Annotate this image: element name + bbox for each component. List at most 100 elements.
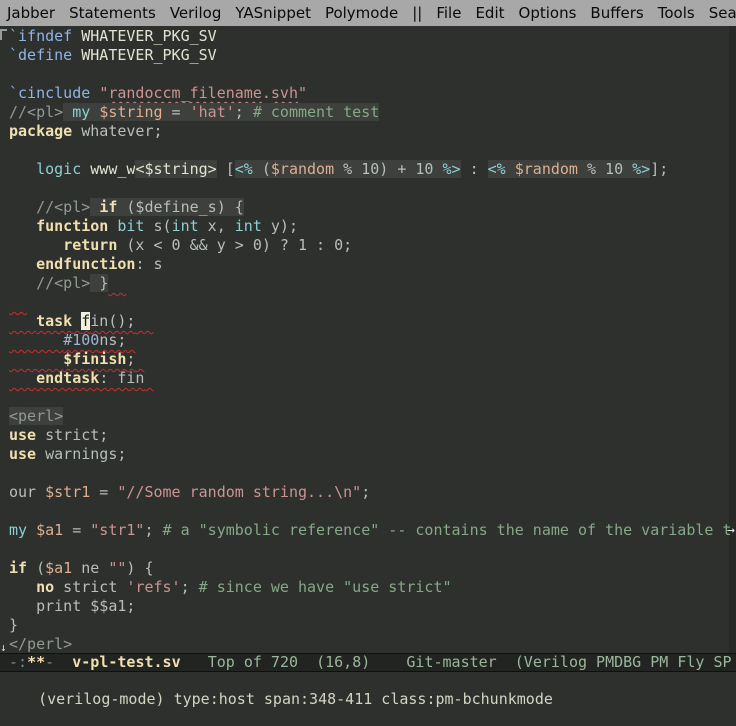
code-token: if [99,198,117,216]
menu-item-jabber[interactable]: Jabber [0,0,62,26]
code-token: our [9,483,45,501]
code-token: # since we have "use strict" [199,578,452,596]
code-token: %> [443,160,461,178]
code-token: "" [108,559,126,577]
code-token: } [9,616,18,634]
code-line: } [0,616,736,635]
code-token: 'hat' [190,103,235,121]
continuation-down-arrow-icon: ↓ [0,638,9,653]
code-line: my $a1 = "str1"; # a "symbolic reference… [0,521,736,540]
menu-item-polymode[interactable]: Polymode [318,0,405,26]
code-token: svh [271,84,298,102]
code-token: : [461,160,488,178]
code-token [90,198,99,216]
code-token: <% [235,160,253,178]
code-token: = [63,521,90,539]
code-line [0,464,736,483]
code-token: ]; [650,160,668,178]
code-token [135,312,153,330]
code-token: return [63,236,117,254]
code-token: endfunction [36,255,135,273]
mode-line[interactable]: -:**- v-pl-test.sv Top of 720 (16,8) Git… [0,653,736,672]
truncation-arrow-icon: → [727,521,736,540]
modeline-segment: Git-master [406,653,496,671]
modeline-segment: (Verilog PMDBG PM Fly SP [497,653,732,671]
code-token: int [172,217,199,235]
code-token: `define [9,46,72,64]
code-line [0,65,736,84]
menu-item-edit[interactable]: Edit [468,0,511,26]
code-token: (x < 0 && y > 0) ? 1 : 0; [117,236,352,254]
code-token [506,160,515,178]
code-token: ; [144,521,162,539]
code-token: %> [632,160,650,178]
code-token: $string [99,103,162,121]
menu-item-statements[interactable]: Statements [62,0,163,26]
code-line: no strict 'refs'; # since we have "use s… [0,578,736,597]
menu-item-tools[interactable]: Tools [651,0,702,26]
code-token: s( [144,217,171,235]
menu-item-verilog[interactable]: Verilog [163,0,229,26]
menu-item-options[interactable]: Options [512,0,584,26]
menu-item-search[interactable]: Search [702,0,736,26]
code-token: whatever; [72,122,162,140]
menu-item-yasnippet[interactable]: YASnippet [228,0,318,26]
code-line: print $$a1; [0,597,736,616]
code-token [9,578,36,596]
code-token: # a "symbolic reference" -- contains the… [163,521,732,539]
editor-buffer[interactable]: `ifndef WHATEVER_PKG_SV`define WHATEVER_… [0,26,736,653]
code-token: "str1" [90,521,144,539]
code-token: ; [235,103,253,121]
code-token: = [90,483,117,501]
code-token: [ [217,160,235,178]
code-token [9,369,36,387]
code-token [9,236,63,254]
code-token: use [9,445,36,463]
code-token: if [9,559,27,577]
code-token: "//Some random string...\n" [117,483,361,501]
code-token: </perl> [9,635,72,653]
code-token: strict [54,578,126,596]
code-token [9,312,36,330]
code-token: % 10) + 10 [334,160,442,178]
code-line: //<pl> my $string = 'hat'; # comment tes… [0,103,736,122]
code-token: : s [135,255,162,273]
code-line [0,540,736,559]
menu-item-file[interactable]: File [429,0,468,26]
modeline-segment: ** [27,653,45,671]
code-line: logic www_w<$string> [<% ($random % 10) … [0,160,736,179]
code-line: function bit s(int x, int y); [0,217,736,236]
modeline-segment: -: [0,653,27,671]
code-token [9,217,36,235]
code-token [90,84,99,102]
code-token: } [99,274,108,292]
code-token: . [262,84,271,102]
echo-area[interactable]: (verilog-mode) type:host span:348-411 cl… [0,672,736,690]
code-token: ( [253,160,271,178]
code-token [9,350,63,368]
code-token: //<pl> [36,274,90,292]
code-line: package whatever; [0,122,736,141]
code-line [0,388,736,407]
code-token: $str1 [45,483,90,501]
code-token: x, [199,217,235,235]
code-token: = [163,103,190,121]
code-token: my [72,103,90,121]
code-token: WHATEVER_PKG_SV [81,27,216,45]
code-token: #100 [63,331,99,349]
code-token: print $$a1; [9,597,135,615]
code-line: if ($a1 ne "") { [0,559,736,578]
code-token: use [9,426,36,444]
code-token [126,331,135,349]
text-cursor: f [81,312,90,330]
code-token [9,293,27,311]
code-token [9,388,27,406]
code-token: : fin [99,369,144,387]
code-token: randoccm_filename [108,84,262,102]
menu-item-[interactable]: || [405,0,429,26]
code-token: " [99,84,108,102]
emacs-window: JabberStatementsVerilogYASnippetPolymode… [0,0,736,690]
menu-item-buffers[interactable]: Buffers [583,0,650,26]
code-line: `define WHATEVER_PKG_SV [0,46,736,65]
code-token: ( [27,559,45,577]
